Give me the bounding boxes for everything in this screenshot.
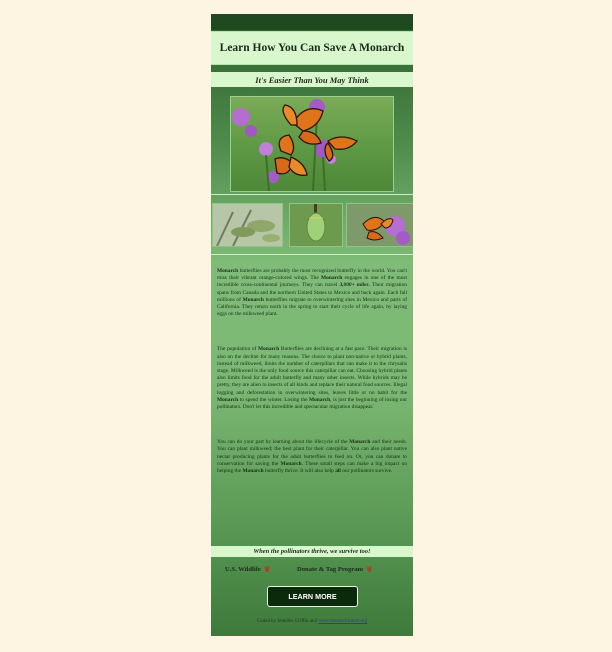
text-span: 3,000+ miles xyxy=(339,282,369,289)
us-wildlife-link[interactable]: U.S. Wildlife ❦ xyxy=(225,565,271,574)
text-span: Monarch xyxy=(217,396,239,403)
text-span: Monarch xyxy=(242,296,264,303)
text-span: Monarch xyxy=(309,396,331,403)
thumb-monarch xyxy=(346,203,413,247)
text-span: Monarch xyxy=(242,468,264,475)
tagline-text: When the pollinators thrive, we survive … xyxy=(253,548,371,555)
thumb-chrysalis xyxy=(289,203,343,247)
paragraph-intro: Monarch butterflies are probably the mos… xyxy=(217,268,407,318)
hero-image xyxy=(230,96,394,192)
paragraph-action: You can do your part by learning about t… xyxy=(217,439,407,475)
credit-text: Coded by Jennifer Griffin and xyxy=(256,619,319,624)
learn-more-label: LEARN MORE xyxy=(288,592,337,601)
butterfly-icon: ❦ xyxy=(366,565,373,574)
learn-more-button[interactable]: LEARN MORE xyxy=(267,586,358,607)
text-span: Monarch xyxy=(280,460,302,467)
text-span: to spend the winter. Losing the xyxy=(238,396,309,403)
newsletter-card: Learn How You Can Save A Monarch It's Ea… xyxy=(211,14,413,636)
monarch-butterflies-on-flowers xyxy=(232,99,359,191)
monarchwatch-link[interactable]: www.monarchwatch.org xyxy=(318,619,367,624)
page-subtitle: It's Easier Than You May Think xyxy=(255,74,369,85)
chrysalis xyxy=(290,204,342,246)
thumb-milkweed xyxy=(212,203,283,247)
footer-credit: Coded by Jennifer Griffin and www.monarc… xyxy=(211,619,413,624)
text-span: Monarch xyxy=(349,439,371,446)
monarch-on-flower xyxy=(347,204,413,246)
text-span: You can do your part by learning about t… xyxy=(217,439,350,446)
text-span: Monarch xyxy=(321,275,343,282)
text-span: Butterflies are declining at a fast pace… xyxy=(217,346,407,396)
divider xyxy=(211,254,413,255)
text-span: Monarch xyxy=(258,346,280,353)
title-banner: Learn How You Can Save A Monarch xyxy=(211,31,413,65)
text-span: butterfly thrive. It will also help xyxy=(263,468,336,475)
top-bar xyxy=(211,14,413,30)
paragraph-decline: The population of Monarch Butterflies ar… xyxy=(217,346,407,411)
text-span: Monarch xyxy=(217,268,239,274)
donate-tag-link[interactable]: Donate & Tag Program ❦ xyxy=(297,565,373,574)
butterfly-icon: ❦ xyxy=(263,565,271,574)
text-span: The population of xyxy=(217,346,259,353)
divider xyxy=(211,194,413,195)
tagline-banner: When the pollinators thrive, we survive … xyxy=(211,546,413,557)
milkweed-plant xyxy=(213,204,282,246)
text-span: our pollinators survive. xyxy=(340,468,393,475)
donate-tag-label: Donate & Tag Program xyxy=(297,566,363,573)
article-body: Monarch butterflies are probably the mos… xyxy=(217,268,407,475)
page-title: Learn How You Can Save A Monarch xyxy=(219,42,405,54)
subtitle-banner: It's Easier Than You May Think xyxy=(211,72,413,87)
us-wildlife-label: U.S. Wildlife xyxy=(225,566,261,573)
